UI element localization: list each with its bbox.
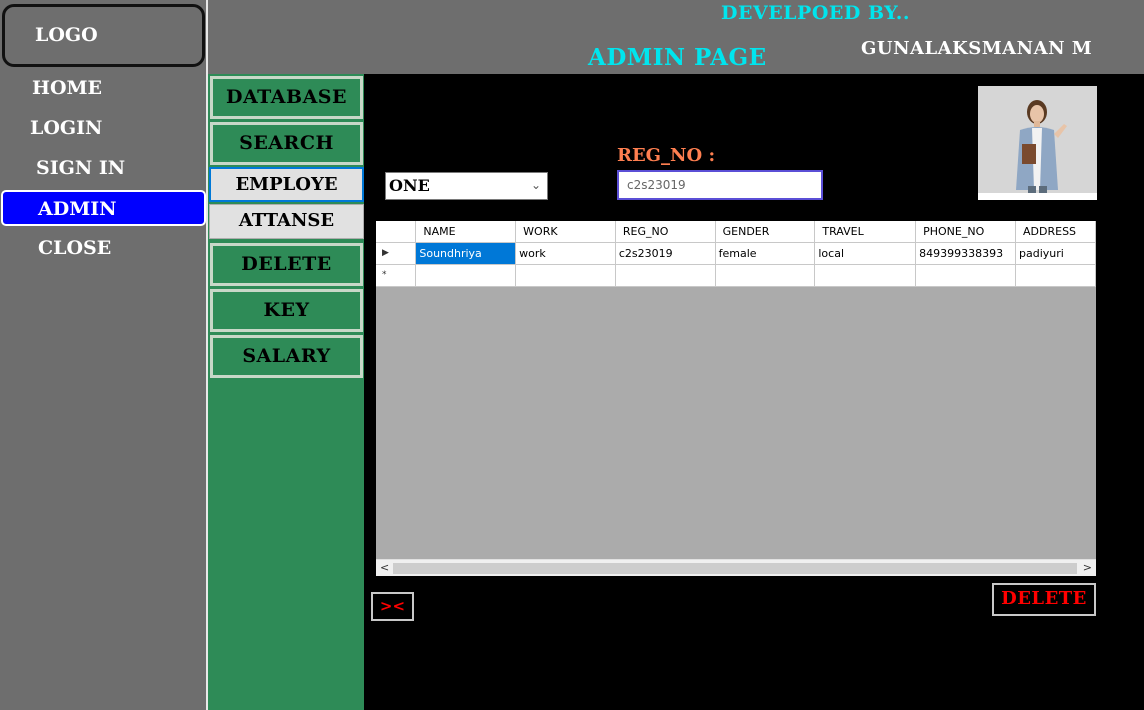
page-title: ADMIN PAGE xyxy=(588,44,767,71)
column-header-name[interactable]: NAME xyxy=(415,221,517,243)
column-header-address[interactable]: ADDRESS xyxy=(1015,221,1096,243)
action-sidebar: DATABASE SEARCH EMPLOYE ATTANSE DELETE K… xyxy=(208,74,364,710)
swap-button[interactable]: >< xyxy=(371,592,414,621)
nav-item-admin[interactable]: ADMIN xyxy=(1,190,206,226)
grid-header-row: NAME WORK REG_NO GENDER TRAVEL PHONE_NO … xyxy=(376,221,1096,243)
profile-photo xyxy=(978,86,1097,200)
cell-address[interactable]: padiyuri xyxy=(1015,242,1096,265)
employe-button[interactable]: EMPLOYE xyxy=(209,167,364,202)
delete-nav-button[interactable]: DELETE xyxy=(210,243,363,286)
cell-phone-no[interactable]: 849399338393 xyxy=(915,242,1017,265)
scroll-right-icon[interactable]: > xyxy=(1083,561,1092,574)
reg-no-label: REG_NO : xyxy=(617,145,716,166)
nav-item-home[interactable]: HOME xyxy=(32,77,102,99)
column-header-reg-no[interactable]: REG_NO xyxy=(615,221,716,243)
column-header-gender[interactable]: GENDER xyxy=(715,221,816,243)
table-row[interactable]: ▶ Soundhriya work c2s23019 female local … xyxy=(376,242,1096,265)
nav-item-close[interactable]: CLOSE xyxy=(38,237,111,259)
horizontal-scrollbar[interactable]: < > xyxy=(376,559,1096,576)
column-header-work[interactable]: WORK xyxy=(515,221,616,243)
scrollbar-thumb[interactable] xyxy=(393,563,1077,574)
nav-item-login[interactable]: LOGIN xyxy=(30,117,102,139)
cell-reg-no[interactable]: c2s23019 xyxy=(615,242,716,265)
logo-text: LOGO xyxy=(35,24,98,46)
cell-work[interactable]: work xyxy=(515,242,616,265)
database-button[interactable]: DATABASE xyxy=(210,76,363,119)
cell-gender[interactable]: female xyxy=(715,242,816,265)
cell-name[interactable]: Soundhriya xyxy=(415,242,517,265)
developed-by-label: DEVELPOED BY.. xyxy=(721,2,911,24)
reg-no-input[interactable] xyxy=(617,170,823,200)
new-cell[interactable] xyxy=(915,264,1017,287)
category-dropdown[interactable]: ONE ⌄ xyxy=(385,172,548,200)
new-cell[interactable] xyxy=(415,264,517,287)
new-row[interactable]: * xyxy=(376,264,1096,287)
new-cell[interactable] xyxy=(615,264,716,287)
employee-grid[interactable]: NAME WORK REG_NO GENDER TRAVEL PHONE_NO … xyxy=(376,221,1096,576)
new-cell[interactable] xyxy=(1015,264,1096,287)
left-nav: LOGO HOME LOGIN SIGN IN ADMIN CLOSE xyxy=(0,0,207,710)
new-cell[interactable] xyxy=(814,264,917,287)
attanse-button[interactable]: ATTANSE xyxy=(209,204,364,239)
salary-button[interactable]: SALARY xyxy=(210,335,363,378)
column-header-travel[interactable]: TRAVEL xyxy=(814,221,917,243)
row-pointer-icon: ▶ xyxy=(382,248,389,258)
person-photo-icon xyxy=(978,86,1097,200)
row-header-corner xyxy=(376,221,417,243)
developer-name: GUNALAKSMANAN M xyxy=(861,38,1093,59)
logo-box: LOGO xyxy=(2,4,205,67)
header: DEVELPOED BY.. ADMIN PAGE GUNALAKSMANAN … xyxy=(208,0,1144,74)
photo-caption xyxy=(978,193,1097,200)
key-button[interactable]: KEY xyxy=(210,289,363,332)
delete-button[interactable]: DELETE xyxy=(992,583,1096,616)
row-selector[interactable]: ▶ xyxy=(376,242,417,265)
search-button[interactable]: SEARCH xyxy=(210,122,363,165)
cell-travel[interactable]: local xyxy=(814,242,917,265)
nav-item-sign-in[interactable]: SIGN IN xyxy=(36,157,125,179)
column-header-phone-no[interactable]: PHONE_NO xyxy=(915,221,1017,243)
category-dropdown-value: ONE xyxy=(389,176,430,195)
new-row-marker: * xyxy=(376,264,417,287)
chevron-down-icon: ⌄ xyxy=(530,178,541,192)
nav-item-admin-label: ADMIN xyxy=(38,198,117,220)
scroll-left-icon[interactable]: < xyxy=(380,561,389,574)
new-cell[interactable] xyxy=(715,264,816,287)
new-cell[interactable] xyxy=(515,264,616,287)
main-panel: REG_NO : ONE ⌄ NAME WORK REG_NO GENDER T… xyxy=(364,74,1144,710)
